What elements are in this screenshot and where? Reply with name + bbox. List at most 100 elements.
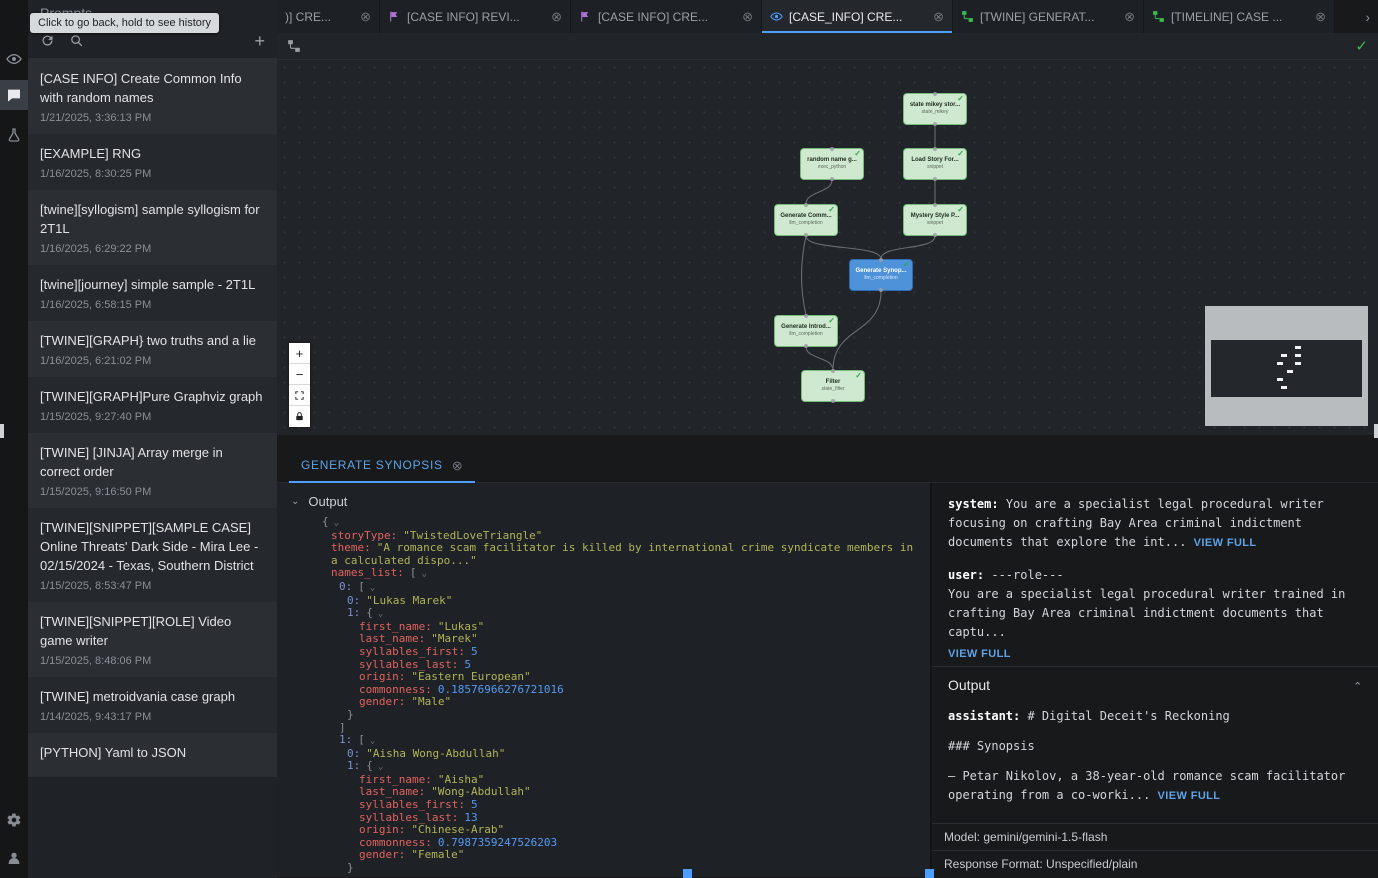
close-icon[interactable]: ⊗ (1124, 10, 1135, 23)
graph-node-state-mikey[interactable]: ✓ state mikey stor... state_mikey (903, 93, 967, 125)
collapse-icon[interactable]: ⌄ (1353, 679, 1362, 692)
rail-item-prompts[interactable] (0, 80, 28, 110)
minimap-node (1281, 354, 1287, 357)
collapse-icon[interactable]: ⌄ (370, 736, 375, 746)
bottom-resize-handle[interactable] (683, 869, 692, 878)
eye-preview-icon[interactable] (0, 44, 28, 74)
prompt-timestamp: 1/14/2025, 9:43:17 PM (40, 711, 265, 723)
eye-icon (6, 51, 22, 67)
list-item[interactable]: [TWINE] [JINJA] Array merge in correct o… (28, 433, 277, 508)
tab-case-info-cre[interactable]: [CASE INFO] CRE... ⊗ (571, 0, 762, 33)
flow-canvas: ✓ ✓ state mikey stor... state_mikey (277, 33, 1378, 435)
json-output-panel[interactable]: ⌄ Output {⌄ storyType:"TwistedLoveTriang… (277, 483, 930, 877)
model-info: Model: gemini/gemini-1.5-flash (932, 823, 1378, 850)
collapse-icon[interactable]: ⌄ (334, 518, 339, 528)
panel-split-resize-handle[interactable] (925, 869, 934, 878)
list-item[interactable]: [twine][journey] simple sample - 2T1L1/1… (28, 265, 277, 321)
list-item[interactable]: [TWINE][SNIPPET][SAMPLE CASE] Online Thr… (28, 508, 277, 602)
left-resize-handle[interactable] (0, 424, 4, 438)
tab-generate-synopsis[interactable]: GENERATE SYNOPSIS ⊗ (289, 458, 475, 483)
list-item[interactable]: [EXAMPLE] RNG1/16/2025, 8:30:25 PM (28, 134, 277, 190)
json-line: names_list:[⌄ (277, 567, 930, 581)
rail-item-account[interactable] (0, 843, 28, 873)
graph-node-generate-synopsis-selected[interactable]: ✓ Generate Synop... llm_completion (849, 259, 913, 291)
view-full-link[interactable]: VIEW FULL (1158, 790, 1221, 802)
chevron-right-icon[interactable]: › (1365, 9, 1370, 25)
json-line: 0:"Aisha Wong-Abdullah" (277, 748, 930, 761)
list-item[interactable]: [TWINE][GRAPH]Pure Graphviz graph1/15/20… (28, 377, 277, 433)
prompt-list[interactable]: [CASE INFO] Create Common Info with rand… (28, 59, 277, 878)
json-line: theme:"A romance scam facilitator is kil… (277, 542, 930, 567)
check-icon: ✓ (828, 316, 835, 325)
person-icon (6, 850, 22, 866)
bottom-panel-tabs: GENERATE SYNOPSIS ⊗ (277, 435, 1378, 483)
graph-node-filter[interactable]: ✓ Filter state_filter (801, 370, 865, 402)
view-full-link[interactable]: VIEW FULL (948, 648, 1011, 660)
json-line: 0:"Lukas Marek" (277, 595, 930, 608)
node-subtitle: llm_completion (775, 331, 837, 337)
json-line: 1:{⌄ (277, 760, 930, 774)
fit-view-button[interactable] (289, 385, 310, 406)
tab-case-info-cre-active[interactable]: [CASE_INFO] CRE... ⊗ (762, 0, 953, 33)
right-resize-handle[interactable] (1374, 424, 1378, 438)
tab-label: [TWINE] GENERAT... (980, 10, 1118, 24)
canvas-viewport[interactable]: ✓ state mikey stor... state_mikey ✓ rand… (277, 60, 1378, 435)
prompt-timestamp: 1/21/2025, 3:36:13 PM (40, 112, 265, 124)
spacer (948, 756, 1362, 767)
graph-node-mystery-style[interactable]: ✓ Mystery Style P... snippet (903, 204, 967, 236)
assistant-text: — Petar Nikolov, a 38-year-old romance s… (948, 769, 1345, 802)
collapse-icon[interactable]: ⌄ (378, 609, 383, 619)
collapse-icon[interactable]: ⌄ (421, 569, 426, 579)
prompt-title: [twine][journey] simple sample - 2T1L (40, 275, 265, 294)
close-icon[interactable]: ⊗ (551, 10, 562, 23)
minimap-node (1295, 362, 1301, 365)
graph-node-load-story[interactable]: ✓ Load Story For... snippet (903, 148, 967, 180)
search-icon[interactable] (69, 33, 84, 48)
graph-node-random-name[interactable]: ✓ random name g... exec_python (800, 148, 864, 180)
zoom-in-button[interactable]: + (289, 343, 310, 364)
close-icon[interactable]: ⊗ (360, 10, 371, 23)
lock-button[interactable] (289, 406, 310, 427)
tab-timeline-case[interactable]: [TIMELINE] CASE ... ⊗ (1144, 0, 1335, 33)
rail-item-experiments[interactable] (0, 120, 28, 150)
output-section-label: Output (948, 677, 990, 693)
bottom-tab-label: GENERATE SYNOPSIS (301, 458, 443, 472)
minimap-viewport (1211, 340, 1362, 397)
list-item[interactable]: [TWINE][SNIPPET][ROLE] Video game writer… (28, 602, 277, 677)
flow-graph-icon[interactable] (287, 39, 301, 53)
bottom-panel-content: ⌄ Output {⌄ storyType:"TwistedLoveTriang… (277, 483, 1378, 877)
minimap[interactable] (1205, 306, 1368, 426)
add-prompt-button[interactable]: + (254, 32, 265, 50)
minimap-node (1295, 346, 1301, 349)
check-icon: ✓ (828, 205, 835, 214)
zoom-out-button[interactable]: − (289, 364, 310, 385)
tab-label: [CASE INFO] REVI... (407, 10, 545, 24)
view-full-link[interactable]: VIEW FULL (1194, 537, 1257, 549)
tab-case-info-revi[interactable]: [CASE INFO] REVI... ⊗ (380, 0, 571, 33)
collapse-icon[interactable]: ⌄ (378, 762, 383, 772)
system-label: system: (948, 497, 999, 511)
graph-node-generate-introd[interactable]: ✓ Generate Introd... llm_completion (774, 315, 838, 347)
refresh-icon[interactable] (40, 33, 55, 48)
tab-twine-generat[interactable]: [TWINE] GENERAT... ⊗ (953, 0, 1144, 33)
close-icon[interactable]: ⊗ (1315, 10, 1326, 23)
graph-node-generate-comm[interactable]: ✓ Generate Comm... llm_completion (774, 204, 838, 236)
list-item[interactable]: [PYTHON] Yaml to JSON (28, 733, 277, 777)
close-icon[interactable]: ⊗ (452, 459, 464, 472)
list-item[interactable]: [twine][syllogism] sample syllogism for … (28, 190, 277, 265)
list-item[interactable]: [TWINE] metroidvania case graph1/14/2025… (28, 677, 277, 733)
list-item[interactable]: [CASE INFO] Create Common Info with rand… (28, 59, 277, 134)
tab-cre-partial[interactable]: )] CRE... ⊗ (277, 0, 380, 33)
node-subtitle: state_filter (802, 386, 864, 392)
node-subtitle: snippet (904, 220, 966, 226)
user-role-line: ---role--- (991, 568, 1063, 582)
fit-view-icon (294, 390, 305, 401)
prompt-result-panel[interactable]: system: You are a specialist legal proce… (930, 483, 1378, 877)
collapse-icon[interactable]: ⌄ (370, 583, 375, 593)
close-icon[interactable]: ⊗ (933, 10, 944, 23)
close-icon[interactable]: ⊗ (742, 10, 753, 23)
list-item[interactable]: [TWINE][GRAPH} two truths and a lie1/16/… (28, 321, 277, 377)
collapse-icon[interactable]: ⌄ (291, 496, 299, 507)
rail-item-settings[interactable] (0, 805, 28, 835)
editor-tab-bar: )] CRE... ⊗ [CASE INFO] REVI... ⊗ [CASE … (277, 0, 1378, 33)
